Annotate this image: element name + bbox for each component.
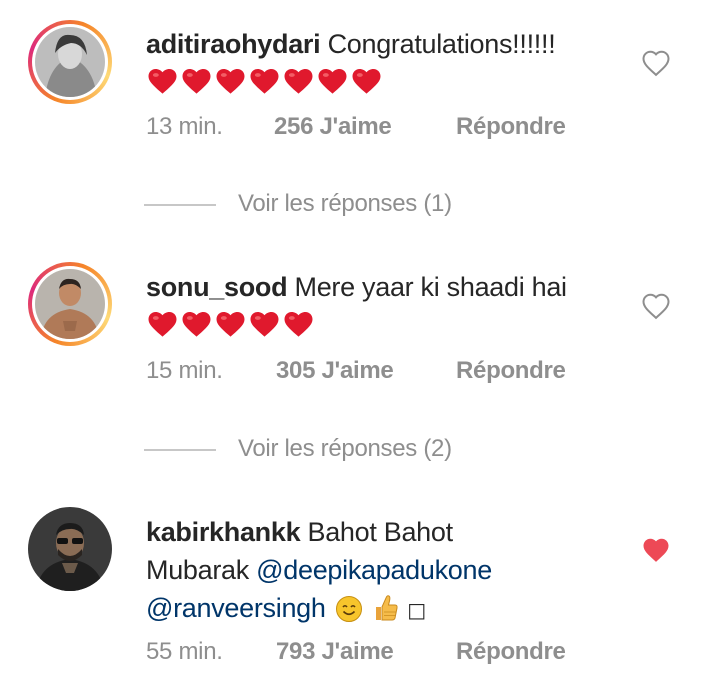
- mention-link[interactable]: @ranveersingh: [146, 593, 326, 623]
- avatar-photo: [35, 269, 105, 339]
- red-heart-emoji: [250, 69, 279, 94]
- comment-text: kabirkhankk Bahot Bahot Mubarak @deepika…: [146, 513, 616, 629]
- heart-emojis: [146, 310, 316, 348]
- reply-button[interactable]: Répondre: [456, 638, 566, 666]
- thumbs-up-emoji: [376, 595, 398, 621]
- red-heart-emoji: [182, 69, 211, 94]
- comment-time: 55 min.: [146, 638, 223, 665]
- divider-line: [144, 203, 216, 206]
- view-replies-link[interactable]: Voir les réponses (2): [144, 435, 452, 463]
- avatar[interactable]: [28, 20, 112, 104]
- red-heart-emoji: [216, 312, 245, 337]
- comment-text: aditiraohydari Congratulations!!!!!!: [146, 25, 616, 105]
- red-heart-emoji: [250, 312, 279, 337]
- comment-username[interactable]: sonu_sood: [146, 272, 288, 302]
- comment-body-2: Mubarak: [146, 555, 249, 585]
- reply-button[interactable]: Répondre: [456, 113, 566, 141]
- red-heart-emoji: [182, 312, 211, 337]
- comment-username[interactable]: aditiraohydari: [146, 29, 321, 59]
- divider-line: [144, 448, 216, 451]
- comment-likes[interactable]: 305 J'aime: [276, 357, 394, 385]
- red-heart-emoji: [352, 69, 381, 94]
- comment-time: 15 min.: [146, 357, 223, 384]
- red-heart-emoji: [284, 69, 313, 94]
- heart-emojis: [146, 67, 384, 105]
- heart-filled-icon[interactable]: [641, 536, 671, 564]
- heart-outline-icon[interactable]: [641, 49, 671, 77]
- red-heart-emoji: [148, 69, 177, 94]
- mention-link[interactable]: @deepikapadukone: [256, 555, 492, 585]
- red-heart-emoji: [148, 312, 177, 337]
- heart-outline-icon[interactable]: [641, 292, 671, 320]
- smiling-face-emoji: [335, 596, 362, 622]
- avatar-photo: [35, 27, 105, 97]
- comment-body: Mere yaar ki shaadi hai: [294, 272, 568, 302]
- avatar[interactable]: [28, 262, 112, 346]
- unknown-glyph: □: [407, 598, 426, 622]
- red-heart-emoji: [216, 69, 245, 94]
- avatar[interactable]: [28, 507, 112, 591]
- avatar-photo: [28, 507, 112, 591]
- comment-text: sonu_sood Mere yaar ki shaadi hai: [146, 268, 616, 348]
- red-heart-emoji: [284, 312, 313, 337]
- comment-likes[interactable]: 793 J'aime: [276, 638, 394, 666]
- comment-likes[interactable]: 256 J'aime: [274, 113, 392, 141]
- comment-username[interactable]: kabirkhankk: [146, 517, 301, 547]
- reply-button[interactable]: Répondre: [456, 357, 566, 385]
- comment-body: Bahot Bahot: [307, 517, 454, 547]
- view-replies-link[interactable]: Voir les réponses (1): [144, 190, 452, 218]
- comment-body: Congratulations!!!!!!: [327, 29, 556, 59]
- comment-time: 13 min.: [146, 113, 223, 140]
- red-heart-emoji: [318, 69, 347, 94]
